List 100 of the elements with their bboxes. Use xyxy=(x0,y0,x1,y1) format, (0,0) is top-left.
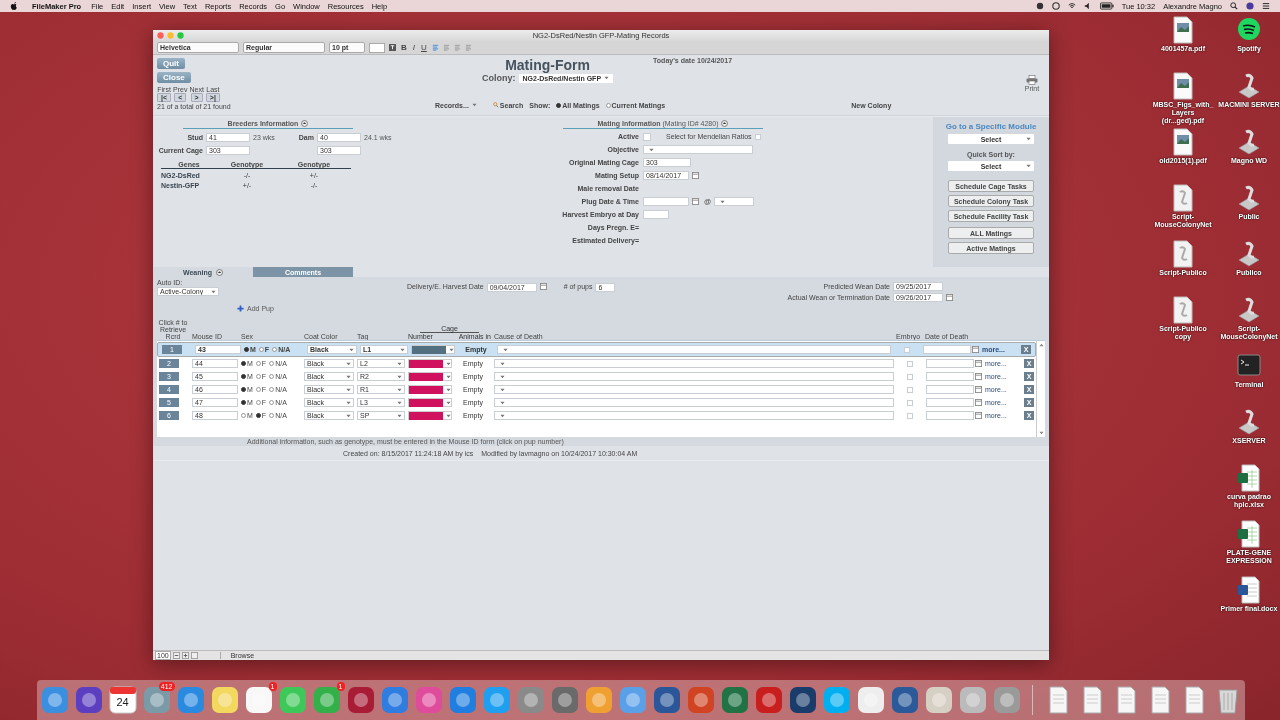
battery-icon[interactable] xyxy=(1099,2,1114,10)
app-icon[interactable] xyxy=(311,685,342,715)
server-drive-icon[interactable] xyxy=(1237,408,1261,436)
death-date-field[interactable] xyxy=(926,411,974,420)
align-icon[interactable] xyxy=(442,44,450,51)
mendelian-checkbox[interactable] xyxy=(754,133,761,140)
app-icon[interactable] xyxy=(651,685,682,715)
server-drive-icon[interactable] xyxy=(1237,184,1261,212)
server-drive-icon[interactable] xyxy=(1237,240,1261,268)
server-drive-icon[interactable] xyxy=(1237,296,1261,324)
collapse-icon[interactable] xyxy=(301,120,309,127)
app-icon[interactable] xyxy=(277,685,308,715)
italic-button[interactable]: I xyxy=(411,43,416,52)
cage-number-dropdown[interactable] xyxy=(408,398,452,407)
active-checkbox[interactable] xyxy=(643,132,651,141)
app-icon[interactable] xyxy=(209,685,240,715)
cause-of-death-dropdown[interactable] xyxy=(497,345,891,354)
app-icon[interactable] xyxy=(753,685,784,715)
app-icon[interactable] xyxy=(787,685,818,715)
script-file-icon[interactable] xyxy=(1171,240,1195,268)
text-icon[interactable] xyxy=(389,44,396,51)
calendar-icon[interactable] xyxy=(975,412,982,419)
app-icon[interactable] xyxy=(889,685,920,715)
embryo-checkbox[interactable] xyxy=(907,386,913,393)
align-icon[interactable] xyxy=(464,44,472,51)
app-icon[interactable] xyxy=(855,685,886,715)
calendar-icon[interactable] xyxy=(539,283,547,290)
death-date-field[interactable] xyxy=(926,385,974,394)
scroll-up-icon[interactable] xyxy=(1038,343,1044,347)
pdf-file-icon[interactable] xyxy=(1171,128,1195,156)
death-date-field[interactable] xyxy=(926,398,974,407)
apple-icon[interactable] xyxy=(10,1,18,11)
cage-number-dropdown[interactable] xyxy=(411,345,455,354)
embryo-checkbox[interactable] xyxy=(907,399,913,406)
app-icon[interactable] xyxy=(175,685,206,715)
align-icon[interactable] xyxy=(453,44,461,51)
app-icon[interactable] xyxy=(991,685,1022,715)
cause-of-death-dropdown[interactable] xyxy=(494,411,894,420)
calendar-icon[interactable] xyxy=(107,685,138,715)
align-icon[interactable] xyxy=(431,44,439,51)
death-date-field[interactable] xyxy=(923,345,971,354)
plug-time-dropdown[interactable] xyxy=(714,197,755,206)
calendar-icon[interactable] xyxy=(975,360,982,367)
calendar-icon[interactable] xyxy=(692,198,699,205)
zoom-icon[interactable] xyxy=(177,32,184,39)
calendar-icon[interactable] xyxy=(975,373,982,380)
script-file-icon[interactable] xyxy=(1171,296,1195,324)
panel-icon[interactable] xyxy=(190,652,198,659)
app-icon[interactable] xyxy=(481,685,512,715)
cause-of-death-dropdown[interactable] xyxy=(494,398,894,407)
cage-number-dropdown[interactable] xyxy=(408,359,452,368)
zoom-out-icon[interactable] xyxy=(172,652,180,659)
folder-icon[interactable] xyxy=(617,685,648,715)
embryo-checkbox[interactable] xyxy=(907,373,913,380)
collapse-icon[interactable] xyxy=(721,120,729,127)
calendar-icon[interactable] xyxy=(975,386,982,393)
zoom-in-icon[interactable] xyxy=(181,652,189,659)
app-icon[interactable] xyxy=(515,685,546,715)
objective-dropdown[interactable] xyxy=(643,145,753,154)
cause-of-death-dropdown[interactable] xyxy=(494,372,894,381)
server-drive-icon[interactable] xyxy=(1237,128,1261,156)
app-icon[interactable] xyxy=(923,685,954,715)
app-icon[interactable] xyxy=(821,685,852,715)
app-icon[interactable] xyxy=(447,685,478,715)
harvest-day-field[interactable] xyxy=(643,210,669,219)
cage-number-dropdown[interactable] xyxy=(408,411,452,420)
scroll-down-icon[interactable] xyxy=(1038,431,1044,435)
spreadsheet-icon[interactable] xyxy=(1237,464,1261,492)
volume-icon[interactable] xyxy=(1083,2,1092,10)
app-icon[interactable] xyxy=(957,685,988,715)
cage-number-dropdown[interactable] xyxy=(408,372,452,381)
calendar-icon[interactable] xyxy=(692,172,699,179)
app-icon[interactable] xyxy=(39,685,70,715)
pdf-file-icon[interactable] xyxy=(1171,16,1195,44)
bold-button[interactable]: B xyxy=(400,43,408,52)
cause-of-death-dropdown[interactable] xyxy=(494,359,894,368)
death-date-field[interactable] xyxy=(926,372,974,381)
wifi-icon[interactable] xyxy=(1067,2,1076,10)
calendar-icon[interactable] xyxy=(972,346,979,353)
scrollbar[interactable] xyxy=(1036,341,1045,437)
app-icon[interactable] xyxy=(583,685,614,715)
app-icon[interactable] xyxy=(549,685,580,715)
pdf-file-icon[interactable] xyxy=(1171,72,1195,100)
spreadsheet-icon[interactable] xyxy=(1237,520,1261,548)
app-icon[interactable] xyxy=(685,685,716,715)
embryo-checkbox[interactable] xyxy=(907,412,913,419)
cage-number-dropdown[interactable] xyxy=(408,385,452,394)
color-field[interactable] xyxy=(369,42,385,53)
embryo-checkbox[interactable] xyxy=(907,360,913,367)
embryo-checkbox[interactable] xyxy=(904,346,910,353)
server-drive-icon[interactable] xyxy=(1237,72,1261,100)
cause-of-death-dropdown[interactable] xyxy=(494,385,894,394)
script-file-icon[interactable] xyxy=(1171,184,1195,212)
search-icon[interactable] xyxy=(1230,2,1238,10)
death-date-field[interactable] xyxy=(926,359,974,368)
app-icon[interactable] xyxy=(379,685,410,715)
collapse-icon[interactable] xyxy=(216,268,223,276)
calendar-icon[interactable] xyxy=(946,294,953,301)
app-icon[interactable] xyxy=(345,685,376,715)
close-icon[interactable] xyxy=(157,32,164,39)
